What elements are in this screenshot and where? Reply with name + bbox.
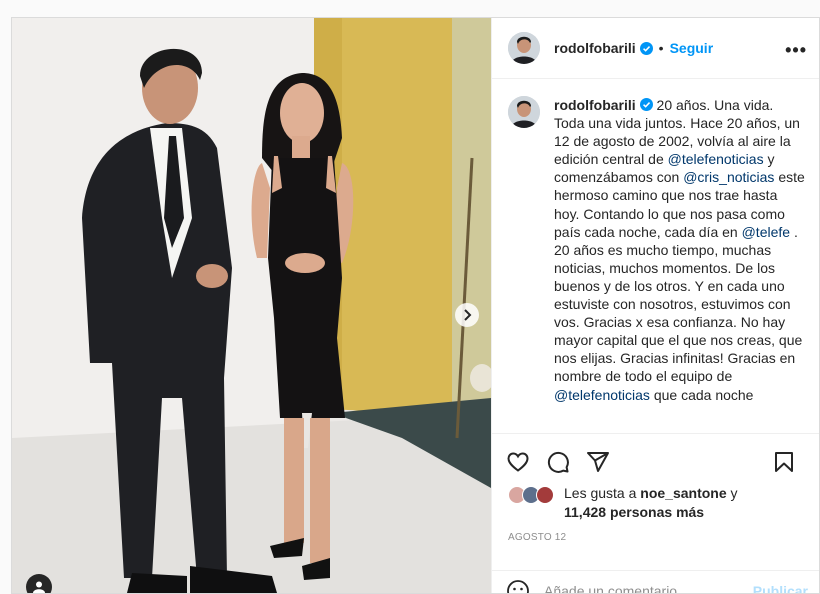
- caption-row: rodolfobarili 20 años. Una vida. Toda un…: [508, 96, 806, 404]
- likes-count-link[interactable]: 11,428 personas más: [564, 504, 704, 520]
- author-avatar[interactable]: [508, 32, 540, 64]
- user-tag-icon: [33, 581, 45, 593]
- liker-avatars[interactable]: [508, 486, 558, 508]
- more-options-icon[interactable]: •••: [785, 40, 807, 61]
- follow-button[interactable]: Seguir: [670, 40, 714, 56]
- first-liker-link[interactable]: noe_santone: [640, 485, 726, 501]
- post-photo[interactable]: [12, 18, 491, 593]
- mention-link[interactable]: @cris_noticias: [683, 169, 774, 185]
- studio-photo: [12, 18, 491, 593]
- post-header: rodolfobarili • Seguir •••: [492, 18, 819, 79]
- bookmark-icon[interactable]: [772, 450, 796, 474]
- author-username[interactable]: rodolfobarili: [554, 40, 636, 56]
- tagged-users-button[interactable]: [26, 574, 52, 593]
- caption-username[interactable]: rodolfobarili: [554, 97, 636, 113]
- caption-area: rodolfobarili 20 años. Una vida. Toda un…: [492, 80, 819, 433]
- likes-prefix: Les gusta a: [564, 485, 641, 501]
- header-separator: •: [658, 40, 664, 56]
- verified-badge-icon: [639, 98, 653, 111]
- caption-segment: . 20 años es mucho tiempo, muchas notici…: [554, 223, 803, 385]
- post-date[interactable]: AGOSTO 12: [508, 532, 566, 543]
- likes-text: Les gusta a noe_santone y 11,428 persona…: [564, 484, 738, 522]
- comment-icon[interactable]: [546, 450, 570, 474]
- comment-input[interactable]: Añade un comentario...: [544, 583, 753, 594]
- caption-text: rodolfobarili 20 años. Una vida. Toda un…: [554, 96, 806, 404]
- instagram-post: rodolfobarili • Seguir ••• rodolfobarili…: [11, 17, 820, 594]
- mention-link[interactable]: @telefenoticias: [554, 387, 650, 403]
- mention-link[interactable]: @telefe: [742, 224, 790, 240]
- next-photo-button[interactable]: [455, 303, 479, 327]
- heart-icon[interactable]: [506, 450, 530, 474]
- avatar-image: [508, 32, 540, 64]
- avatar-image: [508, 96, 540, 128]
- likes-summary: Les gusta a noe_santone y 11,428 persona…: [508, 484, 808, 522]
- post-sidebar: rodolfobarili • Seguir ••• rodolfobarili…: [491, 18, 819, 594]
- mention-link[interactable]: @telefenoticias: [668, 151, 764, 167]
- verified-badge-icon: [639, 41, 653, 55]
- caption-author-avatar[interactable]: [508, 96, 540, 128]
- liker-avatar: [536, 486, 554, 504]
- likes-conj: y: [726, 485, 738, 501]
- chevron-right-icon: [464, 309, 472, 321]
- action-bar: [492, 433, 819, 489]
- caption-segment: que cada noche: [649, 386, 754, 403]
- share-icon[interactable]: [586, 450, 610, 474]
- post-comment-button[interactable]: Publicar: [753, 583, 808, 594]
- emoji-icon[interactable]: [506, 579, 530, 594]
- comment-bar: Añade un comentario... Publicar: [492, 570, 819, 594]
